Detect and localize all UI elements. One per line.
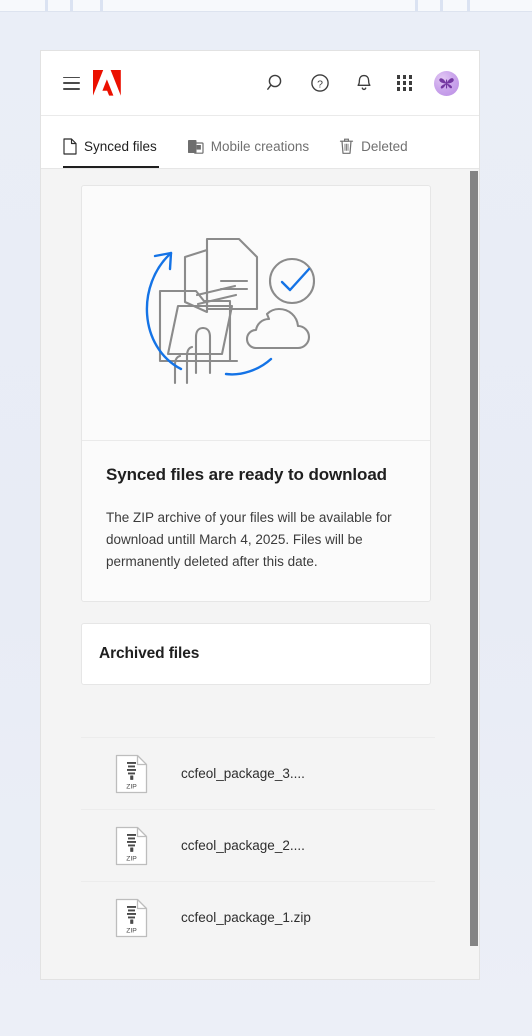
svg-text:ZIP: ZIP [126,783,137,790]
content-inner: Synced files are ready to download The Z… [41,169,479,953]
info-card-body: Synced files are ready to download The Z… [82,441,430,601]
content-area: Synced files are ready to download The Z… [41,169,479,979]
zip-file-icon: ZIP [81,754,181,794]
vertical-scrollbar[interactable] [468,169,479,979]
tab-mobile-creations[interactable]: Mobile creations [173,138,325,168]
trash-icon [339,138,354,155]
tab-label: Mobile creations [210,139,310,154]
tab-deleted[interactable]: Deleted [325,138,424,168]
svg-text:?: ? [317,78,323,90]
chrome-tick [467,0,470,11]
avatar[interactable] [434,70,459,96]
synced-files-info-card: Synced files are ready to download The Z… [81,185,431,602]
document-icon [63,138,77,155]
page-title: Synced files are ready to download [106,465,387,484]
scrollbar-thumb[interactable] [470,171,478,946]
svg-text:ZIP: ZIP [126,855,137,862]
tab-label: Deleted [361,139,408,154]
table-row[interactable]: ZIP ccfeol_package_3.... [81,737,435,809]
archived-files-list: ZIP ccfeol_package_3.... ZIP ccfeol_pack… [81,737,435,953]
zip-file-icon: ZIP [81,826,181,866]
archived-files-title: Archived files [99,645,200,662]
table-row[interactable]: ZIP ccfeol_package_1.zip [81,881,435,953]
search-icon[interactable] [265,72,287,94]
synced-files-ready-illustration [82,186,430,441]
chrome-tick [415,0,418,11]
hamburger-menu-icon[interactable] [63,76,80,90]
tab-synced-files[interactable]: Synced files [61,138,173,168]
app-switcher-icon[interactable] [396,75,412,91]
chrome-tick [45,0,48,11]
chrome-tick [100,0,103,11]
chrome-tick [70,0,73,11]
mobile-device-icon [187,138,204,155]
table-row[interactable]: ZIP ccfeol_package_2.... [81,809,435,881]
adobe-logo-icon[interactable] [93,70,121,96]
header-actions: ? [265,70,459,96]
notifications-icon[interactable] [353,72,375,94]
file-name: ccfeol_package_2.... [181,838,305,853]
tab-label: Synced files [84,139,157,154]
app-window: ? Synced files Mobile creations Deleted … [40,50,480,980]
file-name: ccfeol_package_1.zip [181,910,311,925]
browser-chrome-strip [0,0,532,12]
info-card-description: The ZIP archive of your files will be av… [106,510,392,569]
app-header: ? [41,51,479,116]
help-icon[interactable]: ? [309,72,331,94]
tab-bar: Synced files Mobile creations Deleted [41,116,479,169]
archived-files-card: Archived files [81,623,431,685]
file-name: ccfeol_package_3.... [181,766,305,781]
zip-file-icon: ZIP [81,898,181,938]
svg-text:ZIP: ZIP [126,927,137,934]
chrome-tick [440,0,443,11]
